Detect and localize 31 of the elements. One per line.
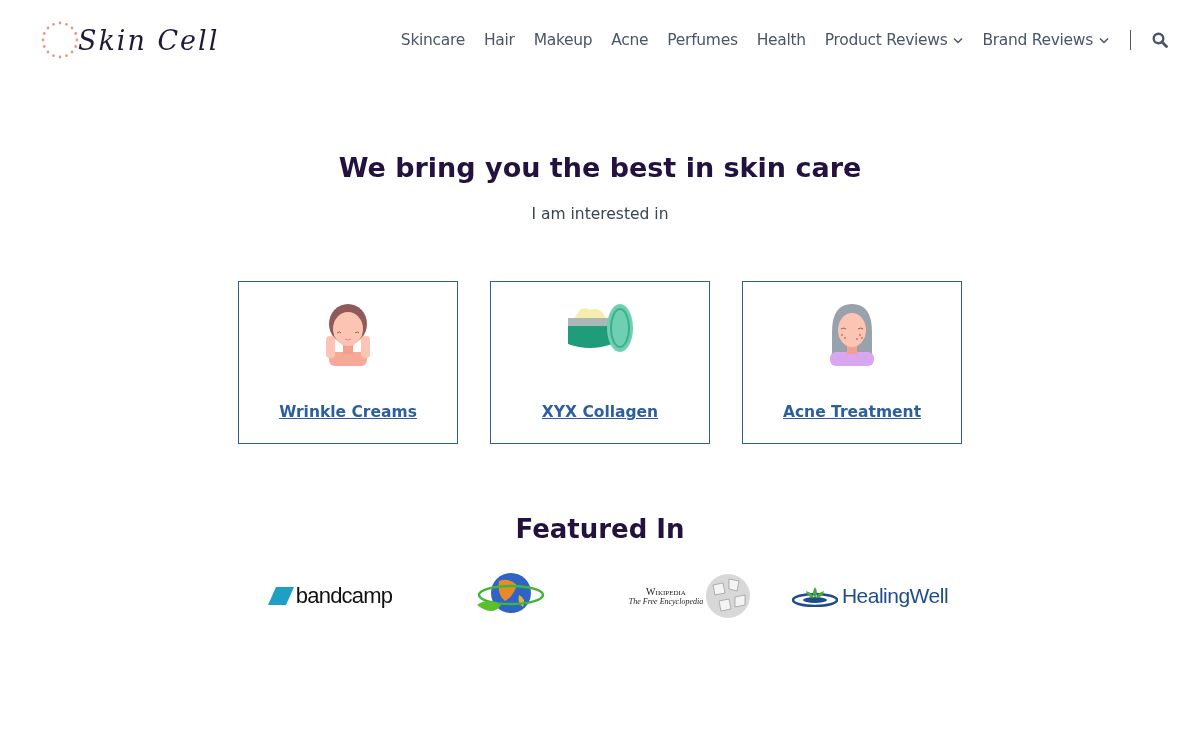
category-link[interactable]: Acne Treatment xyxy=(782,403,922,421)
nav-link[interactable]: Makeup xyxy=(533,31,593,49)
category-link[interactable]: Wrinkle Creams xyxy=(279,403,417,421)
category-card[interactable]: Wrinkle Creams xyxy=(238,281,458,444)
site-logo-text[interactable]: Skin Cell xyxy=(78,24,220,56)
category-card[interactable]: Acne Treatment xyxy=(742,281,962,444)
parallelogram-icon xyxy=(267,587,294,605)
nav-link[interactable]: Health xyxy=(756,31,806,49)
nav-link[interactable]: Acne xyxy=(611,31,649,49)
category-link[interactable]: XYX Collagen xyxy=(541,403,659,421)
nav-link[interactable]: Perfumes xyxy=(667,31,738,49)
puzzle-globe-icon xyxy=(705,573,752,619)
nav-link[interactable]: Hair xyxy=(484,31,515,49)
cream-jar-icon xyxy=(566,302,634,354)
bandcamp-logo-text: bandcamp xyxy=(295,583,393,609)
lotus-icon xyxy=(791,585,838,607)
woman-face-icon xyxy=(323,302,373,366)
wikipedia-tagline: The Free Encyclopedia xyxy=(628,597,704,606)
hero-heading: We bring you the best in skin care xyxy=(337,152,863,183)
wikipedia-logo-text: Wikipedia xyxy=(646,586,686,597)
search-icon[interactable] xyxy=(1152,32,1168,48)
caret-icon xyxy=(1099,36,1109,44)
caret-icon xyxy=(953,36,964,44)
dotted-ring-icon xyxy=(40,20,80,60)
healingwell-logo-text: HealingWell xyxy=(841,584,949,608)
hero-subtitle: I am interested in xyxy=(530,205,670,223)
category-card[interactable]: XYX Collagen xyxy=(490,281,710,444)
nav-link[interactable]: Brand Reviews xyxy=(982,31,1109,49)
section-heading: Featured In xyxy=(514,514,686,544)
nav-link[interactable]: Product Reviews xyxy=(824,31,964,49)
nav-link[interactable]: Skincare xyxy=(400,31,465,49)
